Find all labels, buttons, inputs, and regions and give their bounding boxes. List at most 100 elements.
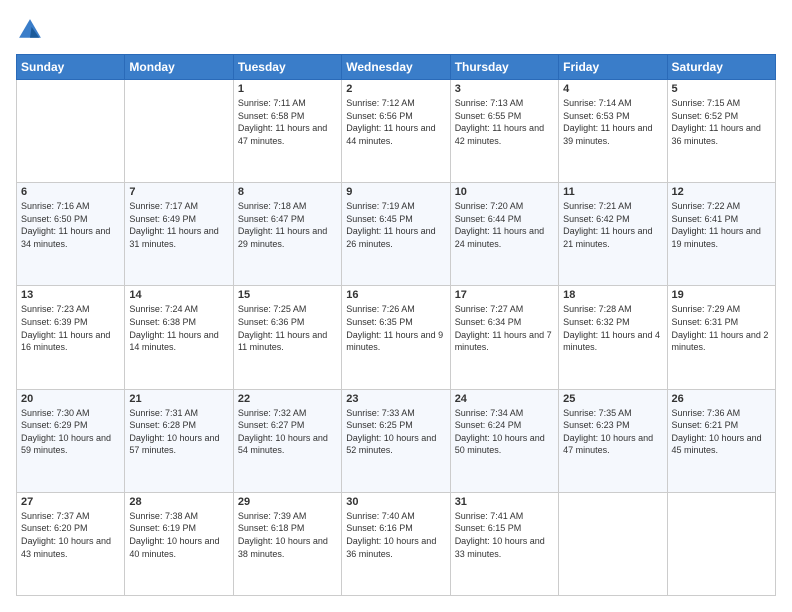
calendar-cell: 3 Sunrise: 7:13 AM Sunset: 6:55 PM Daylig… <box>450 80 558 183</box>
week-row-3: 13 Sunrise: 7:23 AM Sunset: 6:39 PM Dayli… <box>17 286 776 389</box>
logo-icon <box>16 16 44 44</box>
calendar-cell: 19 Sunrise: 7:29 AM Sunset: 6:31 PM Dayli… <box>667 286 775 389</box>
calendar-cell: 10 Sunrise: 7:20 AM Sunset: 6:44 PM Dayli… <box>450 183 558 286</box>
day-number: 10 <box>455 186 554 198</box>
week-row-5: 27 Sunrise: 7:37 AM Sunset: 6:20 PM Dayli… <box>17 492 776 595</box>
cell-info: Sunrise: 7:17 AM Sunset: 6:49 PM Dayligh… <box>129 200 228 250</box>
calendar-cell: 5 Sunrise: 7:15 AM Sunset: 6:52 PM Daylig… <box>667 80 775 183</box>
day-number: 15 <box>238 289 337 301</box>
cell-info: Sunrise: 7:13 AM Sunset: 6:55 PM Dayligh… <box>455 97 554 147</box>
cell-info: Sunrise: 7:23 AM Sunset: 6:39 PM Dayligh… <box>21 303 120 353</box>
calendar-cell: 13 Sunrise: 7:23 AM Sunset: 6:39 PM Dayli… <box>17 286 125 389</box>
cell-info: Sunrise: 7:18 AM Sunset: 6:47 PM Dayligh… <box>238 200 337 250</box>
cell-info: Sunrise: 7:16 AM Sunset: 6:50 PM Dayligh… <box>21 200 120 250</box>
calendar-cell <box>559 492 667 595</box>
calendar-cell: 21 Sunrise: 7:31 AM Sunset: 6:28 PM Dayli… <box>125 389 233 492</box>
day-number: 22 <box>238 393 337 405</box>
calendar-cell: 27 Sunrise: 7:37 AM Sunset: 6:20 PM Dayli… <box>17 492 125 595</box>
day-number: 28 <box>129 496 228 508</box>
calendar-cell: 24 Sunrise: 7:34 AM Sunset: 6:24 PM Dayli… <box>450 389 558 492</box>
day-number: 29 <box>238 496 337 508</box>
calendar-cell: 11 Sunrise: 7:21 AM Sunset: 6:42 PM Dayli… <box>559 183 667 286</box>
cell-info: Sunrise: 7:37 AM Sunset: 6:20 PM Dayligh… <box>21 510 120 560</box>
day-number: 8 <box>238 186 337 198</box>
day-number: 26 <box>672 393 771 405</box>
day-number: 6 <box>21 186 120 198</box>
cell-info: Sunrise: 7:34 AM Sunset: 6:24 PM Dayligh… <box>455 407 554 457</box>
calendar-cell: 14 Sunrise: 7:24 AM Sunset: 6:38 PM Dayli… <box>125 286 233 389</box>
day-number: 16 <box>346 289 445 301</box>
calendar-cell: 2Sunrise: 7:12 AM Sunset: 6:56 PM Daylig… <box>342 80 450 183</box>
day-number: 25 <box>563 393 662 405</box>
cell-info: Sunrise: 7:33 AM Sunset: 6:25 PM Dayligh… <box>346 407 445 457</box>
day-number: 12 <box>672 186 771 198</box>
day-header-thursday: Thursday <box>450 55 558 80</box>
cell-info: Sunrise: 7:36 AM Sunset: 6:21 PM Dayligh… <box>672 407 771 457</box>
day-number: 9 <box>346 186 445 198</box>
calendar-cell: 1 Sunrise: 7:11 AM Sunset: 6:58 PM Daylig… <box>233 80 341 183</box>
calendar-cell: 23 Sunrise: 7:33 AM Sunset: 6:25 PM Dayli… <box>342 389 450 492</box>
day-header-sunday: Sunday <box>17 55 125 80</box>
week-row-2: 6 Sunrise: 7:16 AM Sunset: 6:50 PM Daylig… <box>17 183 776 286</box>
calendar-cell: 4Sunrise: 7:14 AM Sunset: 6:53 PM Daylig… <box>559 80 667 183</box>
day-number: 1 <box>238 83 337 95</box>
calendar-cell: 8 Sunrise: 7:18 AM Sunset: 6:47 PM Daylig… <box>233 183 341 286</box>
day-number: 17 <box>455 289 554 301</box>
cell-info: Sunrise: 7:31 AM Sunset: 6:28 PM Dayligh… <box>129 407 228 457</box>
day-header-monday: Monday <box>125 55 233 80</box>
cell-info: Sunrise: 7:38 AM Sunset: 6:19 PM Dayligh… <box>129 510 228 560</box>
calendar-cell: 31Sunrise: 7:41 AM Sunset: 6:15 PM Dayli… <box>450 492 558 595</box>
day-number: 20 <box>21 393 120 405</box>
calendar-cell: 20 Sunrise: 7:30 AM Sunset: 6:29 PM Dayli… <box>17 389 125 492</box>
calendar-cell: 6 Sunrise: 7:16 AM Sunset: 6:50 PM Daylig… <box>17 183 125 286</box>
day-number: 18 <box>563 289 662 301</box>
cell-info: Sunrise: 7:25 AM Sunset: 6:36 PM Dayligh… <box>238 303 337 353</box>
day-number: 14 <box>129 289 228 301</box>
day-header-tuesday: Tuesday <box>233 55 341 80</box>
cell-info: Sunrise: 7:24 AM Sunset: 6:38 PM Dayligh… <box>129 303 228 353</box>
cell-info: Sunrise: 7:28 AM Sunset: 6:32 PM Dayligh… <box>563 303 662 353</box>
calendar-cell: 25Sunrise: 7:35 AM Sunset: 6:23 PM Dayli… <box>559 389 667 492</box>
calendar-cell: 7 Sunrise: 7:17 AM Sunset: 6:49 PM Daylig… <box>125 183 233 286</box>
day-number: 31 <box>455 496 554 508</box>
cell-info: Sunrise: 7:12 AM Sunset: 6:56 PM Dayligh… <box>346 97 445 147</box>
cell-info: Sunrise: 7:21 AM Sunset: 6:42 PM Dayligh… <box>563 200 662 250</box>
day-number: 27 <box>21 496 120 508</box>
cell-info: Sunrise: 7:39 AM Sunset: 6:18 PM Dayligh… <box>238 510 337 560</box>
calendar-cell: 18 Sunrise: 7:28 AM Sunset: 6:32 PM Dayli… <box>559 286 667 389</box>
day-number: 30 <box>346 496 445 508</box>
calendar-cell: 28 Sunrise: 7:38 AM Sunset: 6:19 PM Dayli… <box>125 492 233 595</box>
cell-info: Sunrise: 7:30 AM Sunset: 6:29 PM Dayligh… <box>21 407 120 457</box>
cell-info: Sunrise: 7:27 AM Sunset: 6:34 PM Dayligh… <box>455 303 554 353</box>
day-number: 13 <box>21 289 120 301</box>
calendar-cell: 29 Sunrise: 7:39 AM Sunset: 6:18 PM Dayli… <box>233 492 341 595</box>
cell-info: Sunrise: 7:11 AM Sunset: 6:58 PM Dayligh… <box>238 97 337 147</box>
calendar-cell: 30 Sunrise: 7:40 AM Sunset: 6:16 PM Dayli… <box>342 492 450 595</box>
day-number: 23 <box>346 393 445 405</box>
calendar-header-row: SundayMondayTuesdayWednesdayThursdayFrid… <box>17 55 776 80</box>
page: SundayMondayTuesdayWednesdayThursdayFrid… <box>0 0 792 612</box>
logo <box>16 16 48 44</box>
day-number: 5 <box>672 83 771 95</box>
calendar-cell: 12Sunrise: 7:22 AM Sunset: 6:41 PM Dayli… <box>667 183 775 286</box>
cell-info: Sunrise: 7:32 AM Sunset: 6:27 PM Dayligh… <box>238 407 337 457</box>
day-number: 19 <box>672 289 771 301</box>
day-number: 7 <box>129 186 228 198</box>
day-header-saturday: Saturday <box>667 55 775 80</box>
cell-info: Sunrise: 7:20 AM Sunset: 6:44 PM Dayligh… <box>455 200 554 250</box>
day-number: 21 <box>129 393 228 405</box>
day-header-wednesday: Wednesday <box>342 55 450 80</box>
header <box>16 16 776 44</box>
week-row-1: 1 Sunrise: 7:11 AM Sunset: 6:58 PM Daylig… <box>17 80 776 183</box>
cell-info: Sunrise: 7:15 AM Sunset: 6:52 PM Dayligh… <box>672 97 771 147</box>
cell-info: Sunrise: 7:29 AM Sunset: 6:31 PM Dayligh… <box>672 303 771 353</box>
calendar-cell: 22 Sunrise: 7:32 AM Sunset: 6:27 PM Dayli… <box>233 389 341 492</box>
cell-info: Sunrise: 7:40 AM Sunset: 6:16 PM Dayligh… <box>346 510 445 560</box>
cell-info: Sunrise: 7:14 AM Sunset: 6:53 PM Dayligh… <box>563 97 662 147</box>
day-number: 11 <box>563 186 662 198</box>
day-number: 24 <box>455 393 554 405</box>
calendar-cell: 17 Sunrise: 7:27 AM Sunset: 6:34 PM Dayli… <box>450 286 558 389</box>
calendar-cell: 9Sunrise: 7:19 AM Sunset: 6:45 PM Daylig… <box>342 183 450 286</box>
day-number: 3 <box>455 83 554 95</box>
calendar-cell <box>17 80 125 183</box>
